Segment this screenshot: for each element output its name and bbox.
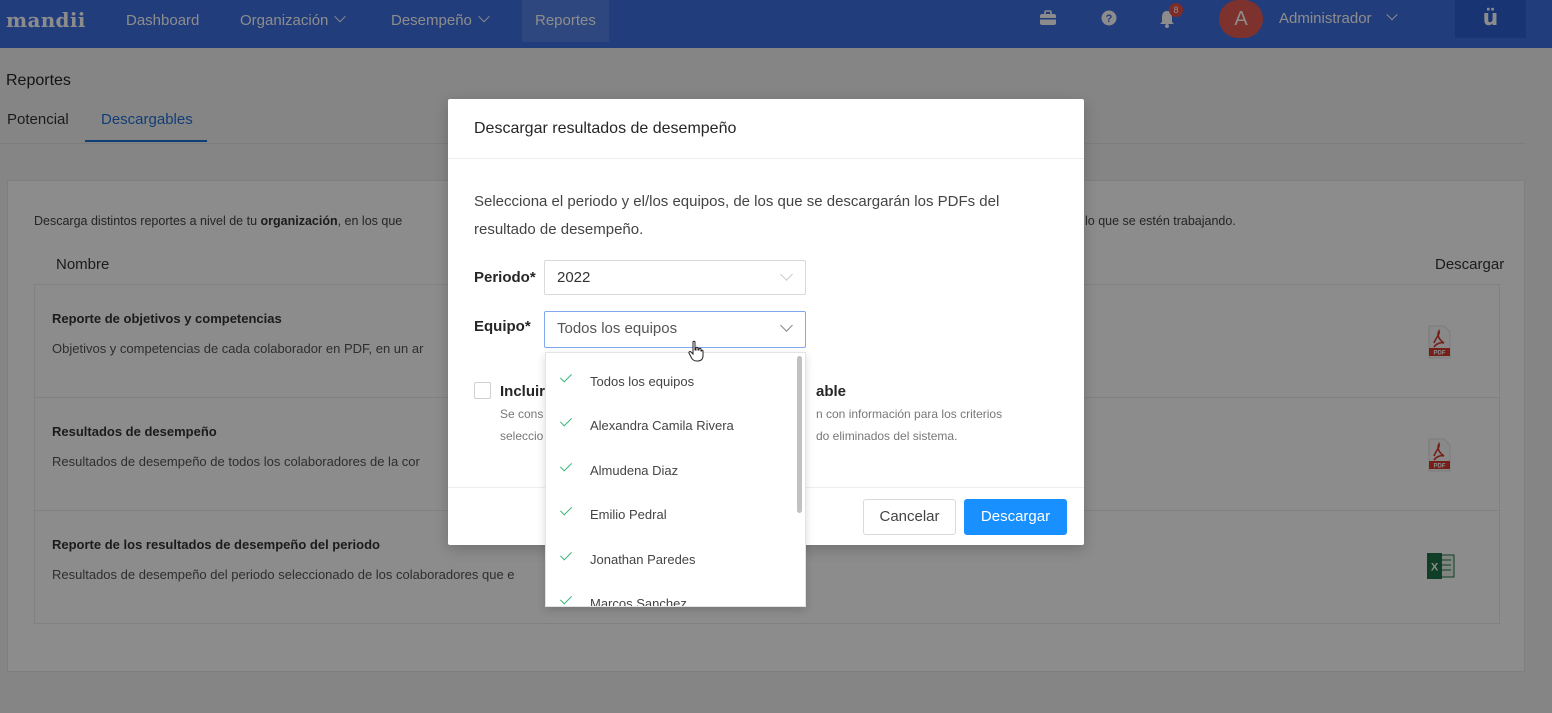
period-label: Periodo*	[474, 269, 536, 286]
team-select[interactable]: Todos los equipos	[544, 311, 806, 348]
check-icon	[559, 414, 573, 427]
modal-description: Selecciona el periodo y el/los equipos, …	[474, 193, 1000, 238]
checkbox-desc: Se cons	[500, 407, 544, 421]
check-icon	[559, 459, 573, 472]
dropdown-scrollbar[interactable]	[797, 356, 802, 513]
team-select-value: Todos los equipos	[557, 320, 678, 337]
include-checkbox[interactable]	[474, 382, 491, 399]
modal-header: Descargar resultados de desempeño	[448, 99, 1084, 159]
cancel-button[interactable]: Cancelar	[863, 499, 956, 535]
download-button[interactable]: Descargar	[964, 499, 1067, 535]
option-label: Marcos Sanchez	[590, 596, 687, 607]
chevron-down-icon	[780, 319, 793, 332]
hand-cursor-icon	[688, 340, 704, 362]
dropdown-option[interactable]: Emilio Pedral	[546, 490, 796, 534]
check-icon	[559, 370, 573, 383]
dropdown-option[interactable]: Almudena Diaz	[546, 446, 796, 490]
option-label: Jonathan Paredes	[590, 552, 696, 567]
dropdown-option[interactable]: Jonathan Paredes	[546, 535, 796, 579]
checkbox-title-end: able	[816, 383, 847, 400]
team-label: Equipo*	[474, 318, 531, 335]
checkbox-desc-end: do eliminados del sistema.	[816, 429, 958, 443]
chevron-down-icon	[780, 268, 793, 281]
check-icon	[559, 503, 573, 516]
dropdown-option[interactable]: Marcos Sanchez	[546, 579, 796, 607]
check-icon	[559, 592, 573, 605]
checkbox-desc-end: n con información para los criterios	[816, 407, 1003, 421]
option-label: Alexandra Camila Rivera	[590, 418, 734, 433]
checkbox-desc: seleccio	[500, 429, 544, 443]
dropdown-option[interactable]: Todos los equipos	[546, 357, 796, 401]
dropdown-option[interactable]: Alexandra Camila Rivera	[546, 401, 796, 445]
period-value: 2022	[557, 269, 591, 286]
option-label: Todos los equipos	[590, 374, 695, 389]
check-icon	[559, 548, 573, 561]
checkbox-title: Incluir	[500, 383, 546, 400]
option-label: Almudena Diaz	[590, 463, 679, 478]
modal-title: Descargar resultados de desempeño	[474, 120, 737, 137]
team-dropdown: Todos los equipos Alexandra Camila River…	[545, 352, 806, 607]
period-select[interactable]: 2022	[544, 260, 806, 295]
option-label: Emilio Pedral	[590, 507, 667, 522]
